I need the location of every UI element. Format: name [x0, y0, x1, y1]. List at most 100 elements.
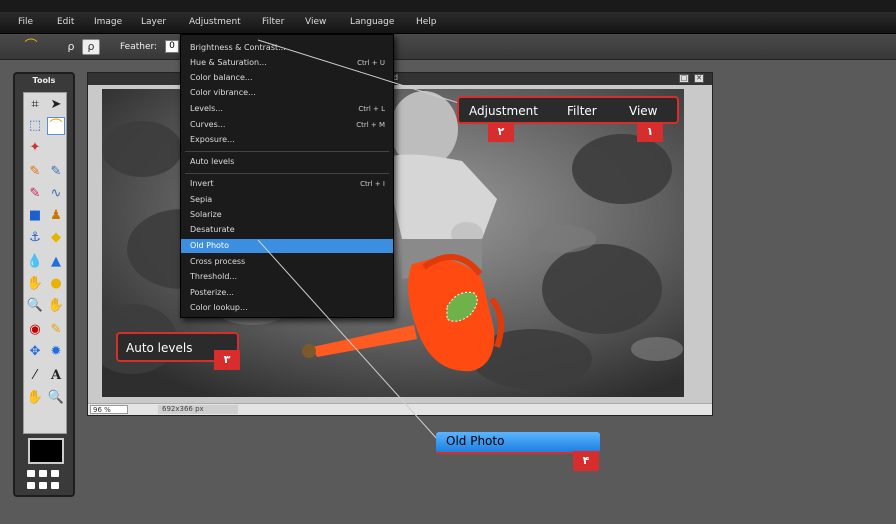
menu-bar: File Edit Image Layer Adjustment Filter …: [0, 12, 896, 34]
tools-panel: Tools ⌗ ➤ ⬚ ⌒ ✦ ✎ ✎ ✎ ∿ ■ ♟ ⚓ ◆ 💧 ▲ ✋ ● …: [13, 72, 75, 497]
type-icon[interactable]: A: [47, 367, 65, 385]
badge-4: ۴: [573, 451, 599, 471]
menu-item-label: Desaturate: [190, 225, 235, 234]
menu-view[interactable]: View: [305, 17, 326, 27]
callout-view: View: [629, 104, 658, 118]
callout-auto-levels-text: Auto levels: [126, 341, 193, 355]
sponge-icon[interactable]: ●: [47, 275, 65, 293]
red-eye-icon[interactable]: ◉: [26, 321, 44, 339]
color-replace-icon[interactable]: ✎: [26, 185, 44, 203]
spot-heal-icon[interactable]: ✎: [47, 321, 65, 339]
menu-item-sepia[interactable]: Sepia: [181, 193, 393, 207]
gradient-icon[interactable]: ■: [26, 207, 44, 225]
color-swatch[interactable]: [28, 438, 64, 464]
color-picker-icon[interactable]: ⁄: [26, 367, 44, 385]
top-strip: [0, 0, 896, 12]
menu-item-label: Color lookup...: [190, 303, 248, 312]
lasso-tool-icon[interactable]: ⌒: [47, 117, 65, 135]
menu-separator: [185, 151, 389, 152]
menu-help[interactable]: Help: [416, 17, 437, 27]
menu-item-hue-saturation[interactable]: Hue & Saturation... Ctrl + U: [181, 56, 393, 70]
magnetic-lasso-icon[interactable]: ρ: [82, 39, 100, 55]
drawing-icon[interactable]: ∿: [47, 185, 65, 203]
smudge-icon[interactable]: ✋: [26, 275, 44, 293]
menu-item-label: Solarize: [190, 210, 222, 219]
menu-item-invert[interactable]: Invert Ctrl + I: [181, 177, 393, 191]
menu-filter[interactable]: Filter: [262, 17, 284, 27]
marquee-icon[interactable]: ⬚: [26, 117, 44, 135]
adjustment-menu: Brightness & Contrast... Hue & Saturatio…: [180, 34, 394, 318]
menu-item-label: Auto levels: [190, 157, 235, 166]
tools-title: Tools: [32, 76, 56, 85]
menu-item-label: Color vibrance...: [190, 88, 256, 97]
polygon-lasso-icon[interactable]: ρ: [62, 39, 80, 55]
menu-separator: [185, 173, 389, 174]
menu-item-color-balance[interactable]: Color balance...: [181, 71, 393, 85]
zoom-value: 96: [93, 406, 102, 414]
tools-grid: ⌗ ➤ ⬚ ⌒ ✦ ✎ ✎ ✎ ∿ ■ ♟ ⚓ ◆ 💧 ▲ ✋ ● 🔍 ✋ ◉ …: [23, 92, 67, 434]
menu-item-exposure[interactable]: Exposure...: [181, 133, 393, 147]
zoom-field[interactable]: 96 %: [90, 405, 128, 414]
burn-icon[interactable]: ✋: [47, 297, 65, 315]
menu-item-color-lookup[interactable]: Color lookup...: [181, 301, 393, 315]
menu-file[interactable]: File: [18, 17, 33, 27]
brush-icon[interactable]: ✎: [47, 163, 65, 181]
menu-item-cross-process[interactable]: Cross process: [181, 255, 393, 269]
badge-3: ۳: [214, 350, 240, 370]
blur-icon[interactable]: 💧: [26, 253, 44, 271]
menu-item-levels[interactable]: Levels... Ctrl + L: [181, 102, 393, 116]
menu-edit[interactable]: Edit: [57, 17, 74, 27]
badge-2: ۲: [488, 122, 514, 142]
lasso-icon[interactable]: ⌒: [22, 39, 40, 55]
menu-item-label: Brightness & Contrast...: [190, 43, 286, 52]
menu-image[interactable]: Image: [94, 17, 122, 27]
menu-item-label: Invert: [190, 179, 214, 188]
menu-item-label: Cross process: [190, 257, 246, 266]
menu-item-curves[interactable]: Curves... Ctrl + M: [181, 118, 393, 132]
stamp-icon[interactable]: ♟: [47, 207, 65, 225]
menu-item-shortcut: Ctrl + U: [357, 59, 385, 67]
wand-icon[interactable]: ✦: [26, 139, 44, 157]
menu-item-desaturate[interactable]: Desaturate: [181, 223, 393, 237]
zoom-icon[interactable]: 🔍: [47, 389, 65, 407]
grid-icon[interactable]: [25, 468, 65, 494]
menu-item-auto-levels[interactable]: Auto levels: [181, 155, 393, 169]
maximize-icon[interactable]: □: [679, 74, 689, 83]
menu-item-shortcut: Ctrl + I: [360, 180, 385, 188]
menu-adjustment[interactable]: Adjustment: [189, 17, 241, 27]
feather-label: Feather:: [120, 42, 158, 52]
menu-item-label: Curves...: [190, 120, 226, 129]
menu-item-label: Levels...: [190, 104, 223, 113]
menu-item-label: Old Photo: [190, 241, 229, 250]
menu-item-threshold[interactable]: Threshold...: [181, 270, 393, 284]
pinch-icon[interactable]: ✹: [47, 343, 65, 361]
dodge-icon[interactable]: 🔍: [26, 297, 44, 315]
hand-icon[interactable]: ✋: [26, 389, 44, 407]
crop-icon[interactable]: ⌗: [26, 96, 44, 114]
menu-item-posterize[interactable]: Posterize...: [181, 286, 393, 300]
fill-icon[interactable]: ⚓: [26, 229, 44, 247]
sharpen-icon[interactable]: ▲: [47, 253, 65, 271]
feather-input[interactable]: 0: [165, 40, 179, 53]
eraser-icon[interactable]: ◆: [47, 229, 65, 247]
menu-item-label: Hue & Saturation...: [190, 58, 267, 67]
menu-item-solarize[interactable]: Solarize: [181, 208, 393, 222]
image-dimensions: 692x366 px: [158, 405, 238, 414]
callout-filter: Filter: [567, 104, 597, 118]
callout-adjustment: Adjustment: [469, 104, 538, 118]
menu-item-color-vibrance[interactable]: Color vibrance...: [181, 86, 393, 100]
move-icon[interactable]: ➤: [47, 96, 65, 114]
menu-item-old-photo[interactable]: Old Photo: [181, 239, 393, 253]
bloat-icon[interactable]: ✥: [26, 343, 44, 361]
close-icon[interactable]: ✕: [694, 74, 704, 83]
pencil-icon[interactable]: ✎: [26, 163, 44, 181]
menu-item-label: Sepia: [190, 195, 213, 204]
menu-layer[interactable]: Layer: [141, 17, 166, 27]
menu-item-shortcut: Ctrl + M: [356, 121, 385, 129]
menu-item-brightness-contrast[interactable]: Brightness & Contrast...: [181, 41, 393, 55]
document-status-bar: 96 % 692x366 px: [88, 403, 712, 415]
menu-item-shortcut: Ctrl + L: [358, 105, 385, 113]
callout-old-photo-text: Old Photo: [446, 434, 505, 448]
badge-1: ۱: [637, 122, 663, 142]
menu-language[interactable]: Language: [350, 17, 394, 27]
